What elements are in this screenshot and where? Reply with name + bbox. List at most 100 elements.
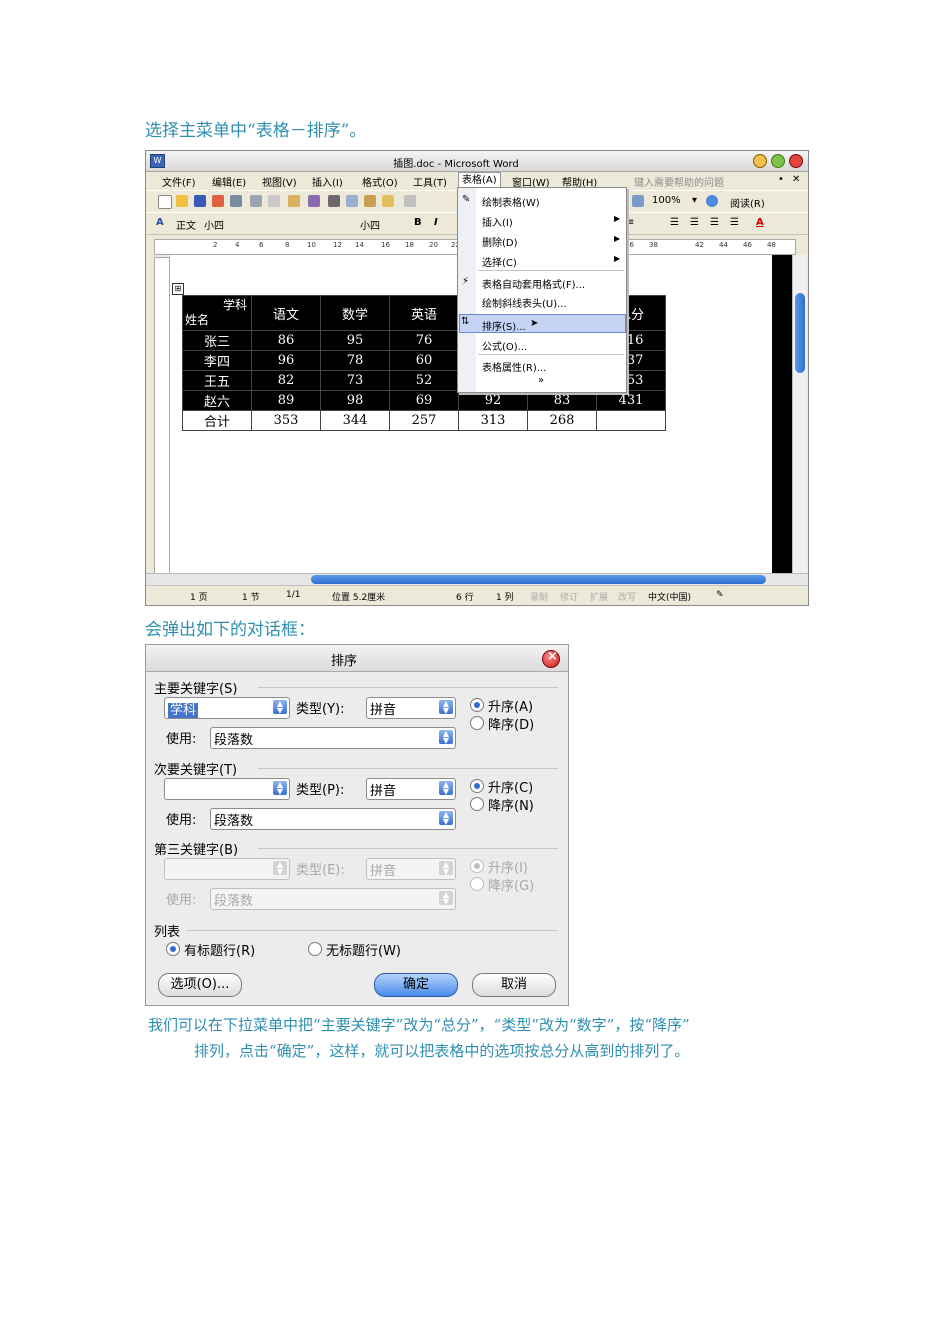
cut-icon[interactable] [328,195,340,207]
minimize-button[interactable] [753,154,767,168]
size-box[interactable]: 小四 [204,217,224,232]
doc-close-icon[interactable]: ✕ [792,174,800,185]
table-cell[interactable]: 86 [251,330,321,351]
table-cell[interactable]: 李四 [182,350,252,371]
horizontal-scroll-thumb[interactable] [311,575,766,584]
copy-icon[interactable] [346,195,358,207]
help-search-box[interactable]: 键入需要帮助的问题 [634,174,724,189]
format-painter-icon[interactable] [382,195,394,207]
table-cell[interactable]: 257 [389,410,459,431]
primary-desc-radio[interactable] [470,716,484,730]
primary-use-select[interactable]: 段落数 ▲ ▼ [210,727,456,749]
secondary-key-select[interactable]: ▲ ▼ [164,778,290,800]
permission-icon[interactable] [212,195,224,207]
menu-item-diagonal-header[interactable]: 绘制斜线表头(U)... [482,295,567,310]
secondary-desc-radio[interactable] [470,797,484,811]
italic-icon[interactable]: I [434,217,438,228]
bold-icon[interactable]: B [414,217,422,228]
secondary-use-select[interactable]: 段落数 ▲ ▼ [210,808,456,830]
close-window-button[interactable] [789,154,803,168]
status-ext[interactable]: 扩展 [590,590,608,603]
paste-icon[interactable] [364,195,376,207]
vertical-ruler[interactable] [154,257,170,577]
table-cell[interactable]: 313 [458,410,528,431]
menu-edit[interactable]: 编辑(E) [212,174,246,189]
font-color-icon[interactable]: A [756,217,764,228]
open-icon[interactable] [176,195,188,207]
table-cell[interactable]: 92 [458,390,528,411]
styles-icon[interactable]: A [156,217,164,228]
no-header-radio[interactable] [308,942,322,956]
table-cell[interactable]: 赵六 [182,390,252,411]
menu-item-delete[interactable]: 删除(D) [482,234,518,249]
table-cell[interactable]: 95 [320,330,390,351]
menu-item-autoformat[interactable]: 表格自动套用格式(F)... [482,276,585,291]
table-cell[interactable]: 78 [320,350,390,371]
primary-key-select[interactable]: 学科 ▲ ▼ [164,697,290,719]
table-cell[interactable]: 76 [389,330,459,351]
status-trk[interactable]: 修订 [560,590,578,603]
table-cell[interactable]: 344 [320,410,390,431]
save-icon[interactable] [194,195,206,207]
menu-tools[interactable]: 工具(T) [413,174,447,189]
table-cell[interactable]: 合计 [182,410,252,431]
spelling-icon[interactable] [288,195,300,207]
table-header-cell[interactable]: 语文 [251,295,321,331]
menu-format[interactable]: 格式(O) [362,174,398,189]
menu-options-icon[interactable]: • [778,174,784,185]
reading-icon[interactable] [632,195,644,207]
table-cell[interactable]: 353 [251,410,321,431]
menu-expand-icon[interactable]: » [538,375,544,386]
options-button[interactable]: 选项(O)... [158,973,242,997]
undo-icon[interactable] [404,195,416,207]
dialog-close-button[interactable] [542,649,560,668]
menu-item-properties[interactable]: 表格属性(R)... [482,359,546,374]
table-cell[interactable]: 52 [389,370,459,391]
increase-indent-icon[interactable]: ☰ [730,217,739,228]
table-cell[interactable]: 73 [320,370,390,391]
zoom-dropdown-icon[interactable]: ▾ [692,195,697,206]
help-icon[interactable] [706,195,718,207]
cancel-button[interactable]: 取消 [472,973,556,997]
table-cell[interactable]: 张三 [182,330,252,351]
table-cell[interactable]: 82 [251,370,321,391]
third-use-select[interactable]: 段落数 ▲ ▼ [210,888,456,910]
table-cell[interactable] [596,410,666,431]
table-cell[interactable]: 268 [527,410,597,431]
third-type-select[interactable]: 拼音 ▲ ▼ [366,858,456,880]
decrease-indent-icon[interactable]: ☰ [710,217,719,228]
menu-item-select[interactable]: 选择(C) [482,254,517,269]
table-cell[interactable]: 83 [527,390,597,411]
email-icon[interactable] [230,195,242,207]
table-cell[interactable]: 89 [251,390,321,411]
table-header-cell[interactable]: 英语 [389,295,459,331]
table-cell[interactable]: 60 [389,350,459,371]
vertical-scroll-thumb[interactable] [795,293,805,373]
third-asc-radio[interactable] [470,859,484,873]
zoom-level[interactable]: 100% [652,195,681,206]
table-cell[interactable]: 王五 [182,370,252,391]
table-header-cell[interactable]: 数学 [320,295,390,331]
font-box[interactable]: 小四 [360,217,380,232]
print-icon[interactable] [250,195,262,207]
status-rec[interactable]: 录制 [530,590,548,603]
horizontal-scrollbar[interactable] [146,573,808,585]
menu-item-formula[interactable]: 公式(O)... [482,338,527,353]
numbering-icon[interactable]: ☰ [670,217,679,228]
maximize-button[interactable] [771,154,785,168]
table-move-handle-icon[interactable]: ⊞ [172,283,184,295]
third-desc-radio[interactable] [470,877,484,891]
table-cell[interactable]: 96 [251,350,321,371]
read-mode-button[interactable]: 阅读(R) [730,195,765,210]
status-ovr[interactable]: 改写 [618,590,636,603]
has-header-radio[interactable] [166,942,180,956]
table-cell[interactable]: 98 [320,390,390,411]
table-cell[interactable]: 69 [389,390,459,411]
research-icon[interactable] [308,195,320,207]
table-cell[interactable]: 431 [596,390,666,411]
menu-item-insert[interactable]: 插入(I) [482,214,513,229]
style-box[interactable]: 正文 [176,217,196,232]
secondary-asc-radio[interactable] [470,779,484,793]
menu-item-sort[interactable]: 排序(S)... [482,318,526,333]
primary-type-select[interactable]: 拼音 ▲ ▼ [366,697,456,719]
